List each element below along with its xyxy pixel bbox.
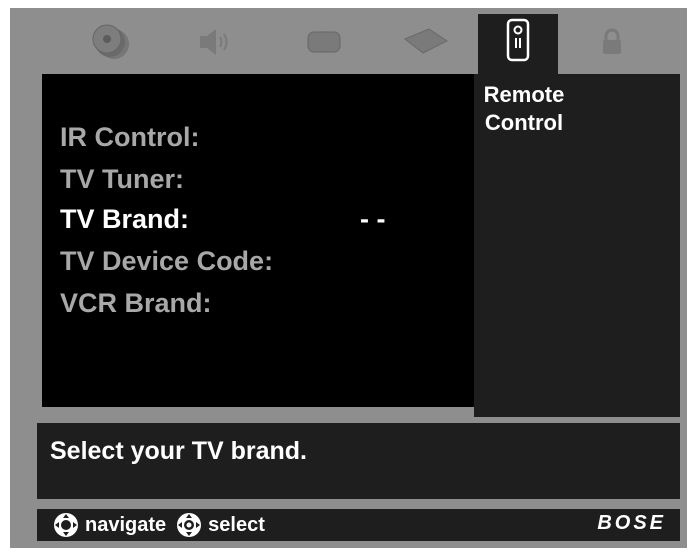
tv-icon bbox=[307, 31, 341, 53]
speaker-icon bbox=[200, 29, 228, 55]
tab-video[interactable] bbox=[296, 16, 352, 68]
select-pad-icon bbox=[177, 513, 202, 537]
menu-title: Remote Control bbox=[474, 81, 574, 137]
navigate-hint: navigate select bbox=[51, 512, 265, 538]
tv-brand-value[interactable]: - - bbox=[360, 204, 385, 235]
navigate-pad-icon bbox=[54, 513, 78, 537]
menu-item-tv-tuner[interactable]: TV Tuner: bbox=[60, 164, 184, 195]
select-label: select bbox=[208, 513, 265, 536]
brand-logo: BOSE bbox=[597, 512, 666, 534]
menu-item-tv-device-code[interactable]: TV Device Code: bbox=[60, 246, 273, 277]
tab-lock[interactable] bbox=[584, 16, 640, 68]
lock-icon bbox=[603, 28, 621, 54]
disc-stack-icon bbox=[92, 24, 129, 59]
settings-panel: IR Control: TV Tuner: TV Brand: - - TV D… bbox=[42, 74, 474, 407]
screen: Remote Control IR Control: TV Tuner: TV … bbox=[10, 8, 687, 548]
menu-title-line1: Remote bbox=[483, 82, 565, 107]
footer-bar: navigate select BOSE bbox=[37, 509, 680, 541]
menu-item-ir-control[interactable]: IR Control: bbox=[60, 122, 199, 153]
tab-remote-control[interactable] bbox=[478, 14, 558, 78]
message-panel: Select your TV brand. bbox=[37, 423, 680, 499]
remote-pad-icon bbox=[404, 28, 448, 54]
help-message: Select your TV brand. bbox=[50, 437, 308, 465]
tab-controller[interactable] bbox=[396, 16, 456, 68]
remote-control-icon bbox=[506, 18, 530, 62]
menu-title-line2: Control bbox=[484, 110, 564, 135]
navigate-label: navigate bbox=[85, 513, 167, 536]
menu-item-tv-brand[interactable]: TV Brand: bbox=[60, 204, 189, 235]
tab-audio[interactable] bbox=[186, 16, 242, 68]
tab-media[interactable] bbox=[82, 16, 138, 68]
menu-item-vcr-brand[interactable]: VCR Brand: bbox=[60, 288, 212, 319]
tab-bar bbox=[10, 8, 687, 78]
